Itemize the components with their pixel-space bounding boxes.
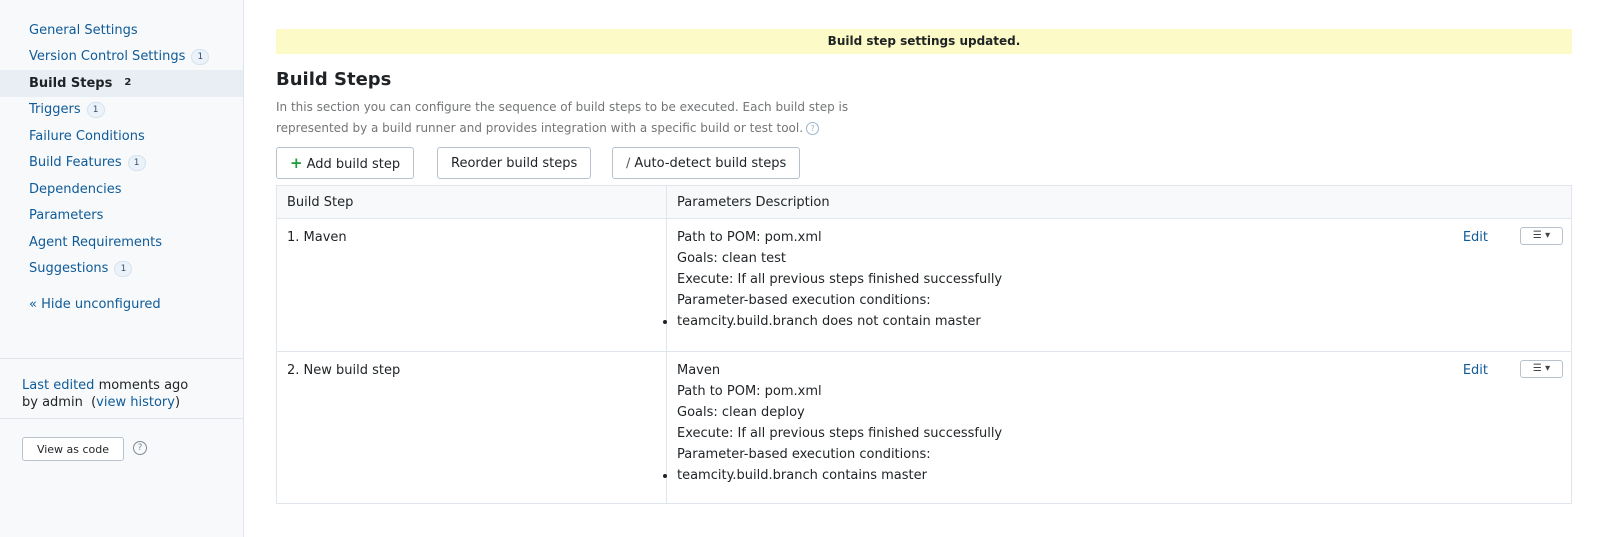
param-line: Parameter-based execution conditions: (677, 293, 931, 308)
last-edited-time: moments ago (98, 378, 189, 393)
chevron-down-icon: ▾ (1545, 230, 1551, 241)
success-notice: Build step settings updated. (276, 29, 1572, 54)
count-badge: 1 (86, 101, 105, 118)
last-edited-info: Last edited moments ago by admin (view h… (22, 378, 189, 410)
sidebar-item-version-control-settings[interactable]: Version Control Settings 1 (0, 44, 243, 71)
view-history-link[interactable]: view history (96, 395, 175, 410)
param-line: Maven (677, 363, 721, 378)
param-line: Execute: If all previous steps finished … (677, 426, 1003, 441)
step-params: Maven Path to POM: pom.xml Goals: clean … (666, 351, 1572, 504)
magic-wand-icon: ∕ (626, 155, 631, 171)
hide-unconfigured-link[interactable]: « Hide unconfigured (29, 297, 161, 312)
table-row[interactable]: 1. Maven Path to POM: pom.xml Goals: cle… (276, 218, 1572, 352)
auto-detect-build-steps-button[interactable]: ∕ Auto-detect build steps (612, 147, 801, 179)
sidebar-item-label: Build Steps (29, 75, 113, 91)
sidebar-item-agent-requirements[interactable]: Agent Requirements (0, 229, 243, 256)
sidebar-item-build-steps[interactable]: Build Steps 2 (0, 70, 243, 97)
param-line: Goals: clean test (677, 251, 786, 266)
help-icon[interactable]: ? (806, 122, 820, 135)
sidebar-item-label: Triggers (29, 102, 81, 118)
param-line: Path to POM: pom.xml (677, 230, 822, 245)
column-header-parameters: Parameters Description (666, 185, 1572, 219)
step-params: Path to POM: pom.xml Goals: clean test E… (666, 218, 1572, 352)
condition-item: teamcity.build.branch contains master (677, 465, 1561, 486)
button-label: Auto-detect build steps (634, 155, 787, 171)
param-line: Path to POM: pom.xml (677, 384, 822, 399)
sidebar-item-triggers[interactable]: Triggers 1 (0, 97, 243, 124)
sidebar-item-label: Agent Requirements (29, 234, 162, 250)
sidebar-item-label: Dependencies (29, 181, 122, 197)
count-badge: 1 (127, 154, 146, 171)
chevron-down-icon: ▾ (1545, 363, 1551, 374)
list-icon: ☰ (1532, 230, 1542, 241)
sidebar-item-label: Suggestions (29, 261, 109, 277)
sidebar-item-label: General Settings (29, 22, 138, 38)
add-build-step-button[interactable]: + Add build step (276, 147, 415, 179)
sidebar: General Settings Version Control Setting… (0, 0, 244, 537)
edit-link[interactable]: Edit (1463, 360, 1488, 381)
view-as-code-button[interactable]: View as code (22, 437, 124, 461)
button-label: Add build step (306, 157, 401, 172)
sidebar-item-dependencies[interactable]: Dependencies (0, 176, 243, 203)
sidebar-item-label: Version Control Settings (29, 49, 186, 65)
sidebar-item-suggestions[interactable]: Suggestions 1 (0, 256, 243, 283)
table-row[interactable]: 2. New build step Maven Path to POM: pom… (276, 351, 1572, 504)
param-line: Execute: If all previous steps finished … (677, 272, 1003, 287)
actions-menu-button[interactable]: ☰ ▾ (1520, 360, 1563, 378)
page-title: Build Steps (276, 69, 392, 90)
step-name[interactable]: 2. New build step (276, 351, 667, 504)
sidebar-item-label: Build Features (29, 155, 122, 171)
last-edited-by: by admin (22, 395, 83, 410)
settings-nav: General Settings Version Control Setting… (0, 17, 243, 282)
sidebar-item-label: Failure Conditions (29, 128, 145, 144)
last-edited-link[interactable]: Last edited (22, 378, 94, 393)
sidebar-divider (0, 418, 243, 419)
sidebar-divider (0, 358, 243, 359)
sidebar-item-general-settings[interactable]: General Settings (0, 17, 243, 44)
description-text: In this section you can configure the se… (276, 100, 849, 135)
count-badge: 2 (124, 77, 132, 89)
help-icon[interactable]: ? (133, 441, 147, 455)
edit-link[interactable]: Edit (1463, 227, 1488, 248)
step-name[interactable]: 1. Maven (276, 218, 667, 352)
sidebar-item-parameters[interactable]: Parameters (0, 203, 243, 230)
count-badge: 1 (114, 260, 133, 277)
count-badge: 1 (191, 48, 210, 65)
plus-icon: + (290, 154, 303, 172)
sidebar-item-failure-conditions[interactable]: Failure Conditions (0, 123, 243, 150)
param-line: Parameter-based execution conditions: (677, 447, 931, 462)
sidebar-item-build-features[interactable]: Build Features 1 (0, 150, 243, 177)
list-icon: ☰ (1532, 363, 1542, 374)
reorder-build-steps-button[interactable]: Reorder build steps (437, 147, 592, 179)
page-description: In this section you can configure the se… (276, 97, 916, 139)
actions-menu-button[interactable]: ☰ ▾ (1520, 227, 1563, 245)
param-line: Goals: clean deploy (677, 405, 805, 420)
sidebar-item-label: Parameters (29, 208, 104, 224)
column-header-build-step: Build Step (276, 185, 667, 219)
table-header-row: Build Step Parameters Description (276, 185, 1572, 219)
condition-item: teamcity.build.branch does not contain m… (677, 311, 1561, 332)
build-steps-table: Build Step Parameters Description 1. Mav… (276, 185, 1572, 504)
